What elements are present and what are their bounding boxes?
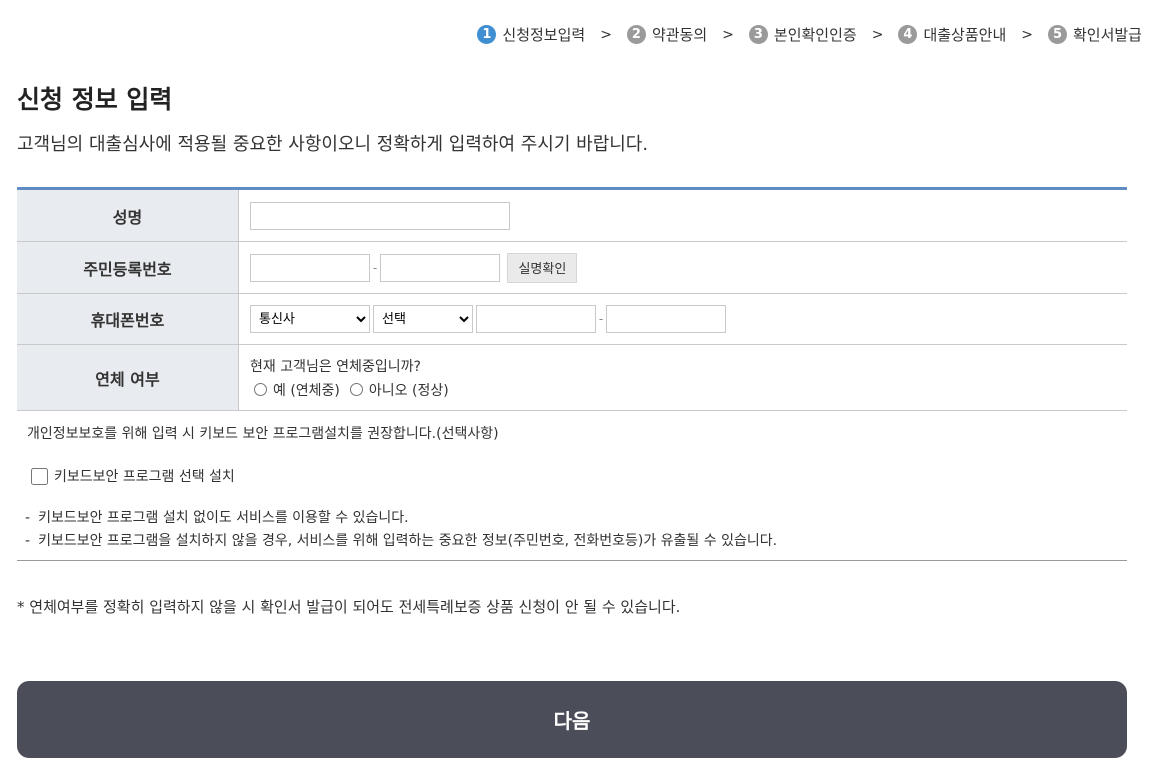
delinquency-cell: 현재 고객님은 연체중입니까? 예 (연체중) 아니오 (정상) [238,344,1127,411]
form-row-name: 성명 [17,188,1127,242]
delinquency-yes-label: 예 (연체중) [273,382,340,399]
delinquency-no-radio[interactable] [349,383,363,396]
step-2-label: 약관동의 [651,26,708,44]
step-3-label: 본인확인인증 [773,26,857,44]
step-4-label: 대출상품안내 [923,26,1007,44]
step-5-label: 확인서발급 [1072,26,1142,44]
keyboard-security-option[interactable]: 키보드보안 프로그램 선택 설치 [31,466,235,486]
step-separator: > [600,26,612,43]
step-3: 3 본인확인인증 [748,24,857,45]
step-2-number: 2 [626,25,646,44]
step-1-label: 신청정보입력 [502,26,586,44]
delinquency-yes-option[interactable]: 예 (연체중) [250,380,340,400]
delinquency-label: 연체 여부 [17,344,239,411]
step-separator: > [722,26,734,43]
form-row-rrn: 주민등록번호 - 실명확인 [17,241,1127,294]
form-row-phone: 휴대폰번호 통신사 선택 - [17,293,1127,345]
rrn-front-input[interactable] [250,253,370,282]
step-1: 1 신청정보입력 [477,24,585,45]
delinquency-options: 예 (연체중) 아니오 (정상) [250,380,1127,400]
name-label: 성명 [17,188,239,242]
step-separator: > [1021,26,1033,43]
name-cell [238,188,1127,242]
step-4-number: 4 [898,25,918,44]
phone-label: 휴대폰번호 [17,293,239,345]
phone-middle-input[interactable] [476,305,596,333]
rrn-label: 주민등록번호 [17,241,239,294]
delinquency-no-option[interactable]: 아니오 (정상) [346,380,449,400]
phone-cell: 통신사 선택 - [238,293,1127,345]
step-separator: > [871,26,884,43]
next-button[interactable]: 다음 [17,681,1127,758]
security-notice-item: 키보드보안 프로그램 설치 없이도 서비스를 이용할 수 있습니다. [25,507,777,530]
page-description: 고객님의 대출심사에 적용될 중요한 사항이오니 정확하게 입력하여 주시기 바… [17,134,649,155]
carrier-select[interactable]: 통신사 [250,305,370,333]
delinquency-yes-radio[interactable] [254,383,267,396]
step-4: 4 대출상품안내 [898,24,1006,45]
step-1-number: 1 [477,25,497,44]
step-2: 2 약관동의 [626,24,708,45]
verify-name-button[interactable]: 실명확인 [507,252,578,283]
keyboard-security-section: 개인정보보호를 위해 입력 시 키보드 보안 프로그램설치를 권장합니다.(선택… [17,411,1127,561]
delinquency-no-label: 아니오 (정상) [368,382,449,399]
keyboard-security-label: 키보드보안 프로그램 선택 설치 [54,469,235,485]
rrn-dash: - [372,260,378,275]
phone-last-input[interactable] [606,305,726,333]
phone-prefix-select[interactable]: 선택 [373,305,473,333]
name-input[interactable] [250,201,510,230]
page-title: 신청 정보 입력 [17,85,173,114]
security-notice-list: 키보드보안 프로그램 설치 없이도 서비스를 이용할 수 있습니다. 키보드보안… [25,507,777,553]
step-indicator: 1 신청정보입력 > 2 약관동의 > 3 본인확인인증 > 4 대출상품안내 … [477,24,1142,45]
security-notice-item: 키보드보안 프로그램을 설치하지 않을 경우, 서비스를 위해 입력하는 중요한… [25,530,777,553]
application-form: 성명 주민등록번호 - 실명확인 휴대폰번호 통신사 선택 - 연체 여부 현재… [17,187,1127,411]
delinquency-question: 현재 고객님은 연체중입니까? [250,358,421,375]
keyboard-security-checkbox[interactable] [31,467,48,485]
rrn-cell: - 실명확인 [238,241,1127,294]
delinquency-warning: * 연체여부를 정확히 입력하지 않을 시 확인서 발급이 되어도 전세특례보증… [17,598,681,616]
rrn-back-input[interactable] [380,253,500,282]
security-note: 개인정보보호를 위해 입력 시 키보드 보안 프로그램설치를 권장합니다.(선택… [27,426,499,442]
step-3-number: 3 [748,25,768,44]
step-5: 5 확인서발급 [1047,24,1142,45]
step-5-number: 5 [1047,25,1067,44]
phone-dash: - [598,312,604,326]
form-row-delinquency: 연체 여부 현재 고객님은 연체중입니까? 예 (연체중) 아니오 (정상) [17,344,1127,411]
